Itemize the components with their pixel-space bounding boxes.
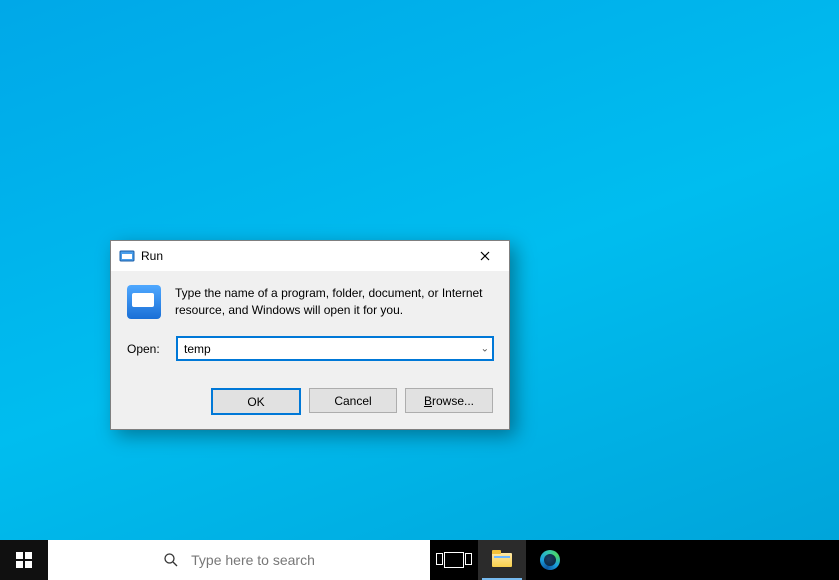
folder-icon <box>492 553 512 567</box>
run-icon <box>127 285 161 319</box>
run-dialog: Run Type the name of a program, folder, … <box>110 240 510 430</box>
search-placeholder: Type here to search <box>191 552 315 568</box>
open-combobox[interactable]: ⌄ <box>177 337 493 360</box>
windows-logo-icon <box>16 552 32 568</box>
file-explorer-button[interactable] <box>478 540 526 580</box>
browse-button[interactable]: Browse... <box>405 388 493 413</box>
dialog-body: Type the name of a program, folder, docu… <box>111 271 509 376</box>
search-icon <box>163 552 179 568</box>
task-view-button[interactable] <box>430 540 478 580</box>
edge-icon <box>540 550 560 570</box>
taskbar-search[interactable]: Type here to search <box>48 540 430 580</box>
taskbar: Type here to search <box>0 540 839 580</box>
start-button[interactable] <box>0 540 48 580</box>
run-title-icon <box>119 248 135 264</box>
cancel-button[interactable]: Cancel <box>309 388 397 413</box>
titlebar[interactable]: Run <box>111 241 509 271</box>
open-input[interactable] <box>177 337 493 360</box>
ok-button[interactable]: OK <box>211 388 301 415</box>
dialog-title: Run <box>141 249 465 263</box>
close-button[interactable] <box>465 242 505 270</box>
edge-button[interactable] <box>526 540 574 580</box>
dialog-footer: OK Cancel Browse... <box>111 376 509 429</box>
dialog-description: Type the name of a program, folder, docu… <box>175 285 493 319</box>
task-view-icon <box>444 552 464 568</box>
open-label: Open: <box>127 342 165 356</box>
